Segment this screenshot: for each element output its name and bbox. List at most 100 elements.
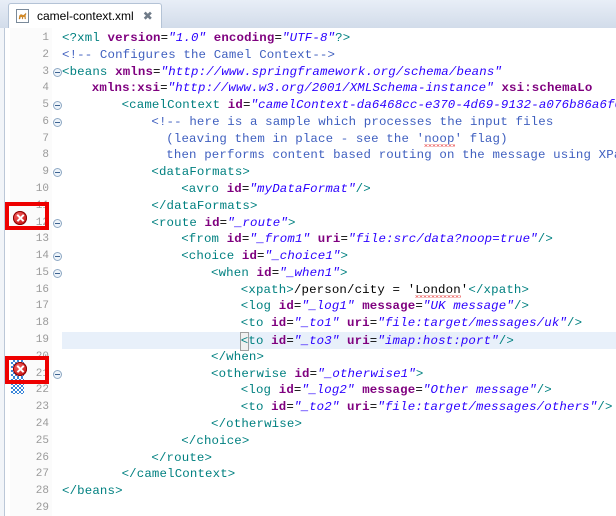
gutter-row[interactable]: 2 (10, 47, 52, 64)
folding-gutter[interactable] (52, 28, 62, 516)
gutter-row[interactable]: 18 (10, 315, 52, 332)
code-token: /> (537, 383, 552, 397)
line-number: 29 (10, 500, 49, 516)
code-line[interactable]: <dataFormats> (151, 164, 250, 181)
code-line[interactable]: </route> (151, 450, 212, 467)
code-token: = (415, 299, 423, 313)
gutter-row[interactable]: 16 (10, 282, 52, 299)
gutter-row[interactable]: 1 (10, 30, 52, 47)
code-token (206, 31, 214, 45)
tab-camel-context-xml[interactable]: camel-context.xml ✖ (8, 3, 162, 28)
code-line[interactable]: <?xml version="1.0" encoding="UTF-8"?> (62, 30, 350, 47)
fold-collapse-icon[interactable] (53, 118, 62, 127)
code-line[interactable]: </choice> (181, 433, 249, 450)
gutter-row[interactable]: 4 (10, 80, 52, 97)
code-line[interactable]: <log id="_log2" message="Other message"/… (241, 382, 552, 399)
code-line[interactable]: <to id="_to2" uri="file:target/messages/… (241, 399, 613, 416)
code-line[interactable]: (leaving them in place - see the 'noop' … (166, 131, 507, 148)
code-token: = (341, 232, 349, 246)
gutter-row[interactable]: 5 (10, 97, 52, 114)
code-token: uri (347, 316, 370, 330)
spelling-error-text: noop (424, 132, 454, 147)
gutter-row[interactable]: 13 (10, 231, 52, 248)
gutter-row[interactable]: 15 (10, 265, 52, 282)
code-token: = (415, 383, 423, 397)
code-token: encoding (214, 31, 275, 45)
code-line[interactable]: <route id="_route"> (151, 215, 295, 232)
fold-collapse-icon[interactable] (53, 219, 62, 228)
code-token: "UTF-8" (282, 31, 335, 45)
code-line[interactable]: <!-- here is a sample which processes th… (151, 114, 553, 131)
gutter-row[interactable]: 28 (10, 483, 52, 500)
gutter-row[interactable]: 9 (10, 164, 52, 181)
code-line[interactable]: <camelContext id="camelContext-da6468cc-… (122, 97, 616, 114)
code-token: </beans> (62, 484, 123, 498)
gutter-row[interactable]: 17 (10, 298, 52, 315)
code-token: "camelContext-da6468cc-e370-4d69-9132-a0… (251, 98, 616, 112)
code-line[interactable]: <from id="_from1" uri="file:src/data?noo… (181, 231, 553, 248)
source-editor[interactable]: 1234567891011121314151617181920212223242… (0, 28, 616, 516)
line-number: 16 (10, 282, 49, 299)
code-token: = (243, 98, 251, 112)
code-token: = (257, 249, 265, 263)
code-line[interactable]: xmlns:xsi="http://www.w3.org/2001/XMLSch… (92, 80, 593, 97)
gutter-row[interactable]: 10 (10, 181, 52, 198)
gutter-row[interactable]: 24 (10, 416, 52, 433)
code-token: "_log1" (302, 299, 355, 313)
code-token: "_choice1" (265, 249, 341, 263)
fold-collapse-icon[interactable] (53, 101, 62, 110)
gutter-row[interactable]: 19 (10, 332, 52, 349)
code-token: id (271, 334, 286, 348)
code-token: <xpath> (241, 283, 294, 297)
code-line[interactable]: then performs content based routing on t… (166, 147, 616, 164)
gutter-row[interactable]: 6 (10, 114, 52, 131)
code-token: ?> (335, 31, 350, 45)
code-token: id (227, 232, 242, 246)
fold-collapse-icon[interactable] (53, 370, 62, 379)
line-number-gutter[interactable]: 1234567891011121314151617181920212223242… (10, 28, 52, 516)
fold-collapse-icon[interactable] (53, 269, 62, 278)
code-token: /> (567, 316, 582, 330)
gutter-row[interactable]: 26 (10, 450, 52, 467)
code-token: <route (151, 216, 204, 230)
code-token: </when> (211, 350, 264, 364)
gutter-row[interactable]: 14 (10, 248, 52, 265)
gutter-row[interactable]: 29 (10, 500, 52, 516)
close-icon[interactable]: ✖ (143, 10, 153, 22)
code-token: <!-- Configures the Camel Context--> (62, 48, 335, 62)
code-token: "UK message" (423, 299, 514, 313)
code-line[interactable]: </camelContext> (122, 466, 236, 483)
code-line[interactable]: <avro id="myDataFormat"/> (181, 181, 371, 198)
code-line[interactable]: </otherwise> (211, 416, 302, 433)
code-line[interactable]: <xpath>/person/city = 'London'</xpath> (241, 282, 529, 299)
code-line[interactable]: </when> (211, 349, 264, 366)
code-line[interactable]: <otherwise id="_otherwise1"> (211, 366, 423, 383)
code-line[interactable]: <to id="_to1" uri="file:target/messages/… (241, 315, 582, 332)
code-line[interactable]: <log id="_log1" message="UK message"/> (241, 298, 529, 315)
fold-collapse-icon[interactable] (53, 68, 62, 77)
gutter-row[interactable]: 7 (10, 131, 52, 148)
code-text-area[interactable]: <?xml version="1.0" encoding="UTF-8"?><!… (62, 28, 616, 516)
gutter-row[interactable]: 8 (10, 147, 52, 164)
code-token: xmlns (115, 65, 153, 79)
gutter-row[interactable]: 3 (10, 64, 52, 81)
fold-collapse-icon[interactable] (53, 168, 62, 177)
code-token: message (362, 383, 415, 397)
code-token: "http://www.springframework.org/schema/b… (161, 65, 502, 79)
code-line[interactable]: <choice id="_choice1"> (181, 248, 348, 265)
code-line[interactable]: <beans xmlns="http://www.springframework… (62, 64, 502, 81)
fold-collapse-icon[interactable] (53, 252, 62, 261)
code-line[interactable]: <when id="_when1"> (211, 265, 348, 282)
code-line[interactable]: <!-- Configures the Camel Context--> (62, 47, 335, 64)
code-token: = (286, 400, 294, 414)
code-line[interactable]: <to id="_to3" uri="imap:host:port"/> (241, 332, 514, 349)
code-token: <avro (181, 182, 227, 196)
gutter-row[interactable]: 27 (10, 466, 52, 483)
gutter-row[interactable]: 25 (10, 433, 52, 450)
code-line[interactable]: </dataFormats> (151, 198, 257, 215)
code-line[interactable]: </beans> (62, 483, 123, 500)
spelling-error-text: London (415, 283, 461, 298)
code-token: id (279, 299, 294, 313)
code-token: (leaving them in place - see the ' (166, 132, 424, 146)
gutter-row[interactable]: 23 (10, 399, 52, 416)
